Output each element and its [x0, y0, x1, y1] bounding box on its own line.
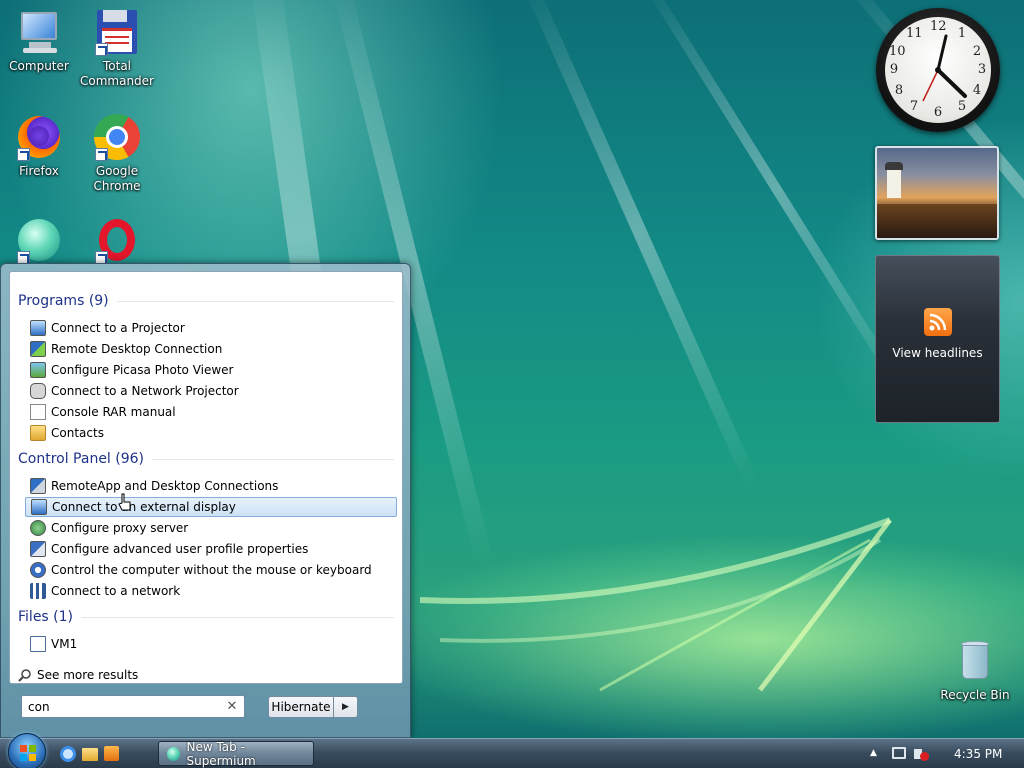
network-icon — [30, 583, 46, 599]
search-results-pane: Programs (9) Connect to a Projector Remo… — [9, 271, 403, 684]
desktop-icon-label: Google Chrome — [93, 164, 141, 193]
network-projector-icon — [30, 383, 46, 399]
supermium-icon — [167, 746, 181, 761]
user-profile-icon — [30, 541, 46, 557]
desktop-icon-total-commander[interactable]: Total Commander — [79, 8, 155, 89]
clock-gadget[interactable]: 12 1 2 3 4 5 6 7 8 9 10 11 — [876, 8, 1000, 132]
desktop-icon-opera[interactable] — [79, 216, 155, 264]
clock-face: 12 1 2 3 4 5 6 7 8 9 10 11 — [885, 17, 991, 123]
desktop-icon-label: Total Commander — [80, 59, 154, 88]
slideshow-gadget[interactable] — [875, 146, 999, 240]
ease-of-access-icon — [30, 562, 46, 578]
result-remoteapp-desktop-connections[interactable]: RemoteApp and Desktop Connections — [25, 476, 397, 496]
remoteapp-icon — [30, 478, 46, 494]
network-tray-icon[interactable] — [892, 747, 906, 759]
start-button[interactable] — [8, 733, 46, 768]
feed-headlines-gadget[interactable]: View headlines — [875, 255, 1000, 423]
computer-icon — [15, 8, 63, 56]
shortcut-arrow-icon — [95, 148, 108, 161]
desktop-icon-label: Firefox — [19, 164, 59, 178]
file-icon — [30, 636, 46, 652]
start-menu: Programs (9) Connect to a Projector Remo… — [0, 263, 411, 738]
taskbar-clock[interactable]: 4:35 PM — [954, 747, 1002, 761]
projector-icon — [30, 320, 46, 336]
start-search-input[interactable]: con — [21, 695, 245, 718]
view-headlines-link[interactable]: View headlines — [876, 346, 999, 360]
internet-explorer-icon[interactable] — [60, 746, 76, 762]
shortcut-arrow-icon — [17, 148, 30, 161]
search-icon — [18, 669, 31, 682]
result-user-profile-properties[interactable]: Configure advanced user profile properti… — [25, 539, 397, 559]
result-configure-proxy-server[interactable]: Configure proxy server — [25, 518, 397, 538]
desktop-icon-label: Computer — [9, 59, 69, 73]
proxy-icon — [30, 520, 46, 536]
result-connect-to-projector[interactable]: Connect to a Projector — [25, 318, 397, 338]
document-icon — [30, 404, 46, 420]
see-more-results-link[interactable]: See more results — [18, 668, 138, 682]
files-header-label: Files (1) — [18, 609, 74, 625]
files-group-header[interactable]: Files (1) — [18, 609, 394, 625]
opera-icon — [93, 216, 141, 264]
hand-cursor-icon — [118, 493, 132, 513]
result-control-without-mouse[interactable]: Control the computer without the mouse o… — [25, 560, 397, 580]
contacts-folder-icon — [30, 425, 46, 441]
chrome-icon — [93, 113, 141, 161]
firefox-icon — [15, 113, 63, 161]
media-player-icon[interactable] — [104, 746, 120, 762]
power-options-arrow-icon[interactable]: ▶ — [334, 696, 358, 718]
programs-header-label: Programs (9) — [18, 293, 109, 309]
taskbar: New Tab - Supermium ▲ 4:35 PM — [0, 733, 1024, 768]
recycle-bin-icon — [951, 637, 999, 685]
show-hidden-icons-arrow-icon[interactable]: ▲ — [870, 748, 877, 758]
remote-desktop-icon — [30, 341, 46, 357]
folder-icon[interactable] — [82, 746, 98, 762]
picasa-icon — [30, 362, 46, 378]
result-file-vm1[interactable]: VM1 — [25, 634, 397, 654]
programs-group-header[interactable]: Programs (9) — [18, 293, 394, 309]
control-panel-header-label: Control Panel (96) — [18, 451, 145, 467]
control-panel-group-header[interactable]: Control Panel (96) — [18, 451, 394, 467]
display-icon — [31, 499, 47, 515]
floppy-disk-icon — [93, 8, 141, 56]
hibernate-button[interactable]: Hibernate — [268, 696, 334, 718]
result-configure-picasa[interactable]: Configure Picasa Photo Viewer — [25, 360, 397, 380]
taskbar-button-supermium[interactable]: New Tab - Supermium — [158, 740, 314, 768]
rss-icon — [923, 308, 952, 336]
result-console-rar-manual[interactable]: Console RAR manual — [25, 402, 397, 422]
result-connect-to-network[interactable]: Connect to a network — [25, 581, 397, 601]
desktop-icon-label: Recycle Bin — [940, 688, 1010, 702]
desktop-icon-computer[interactable]: Computer — [1, 8, 77, 74]
result-contacts[interactable]: Contacts — [25, 423, 397, 443]
desktop-icon-app[interactable] — [1, 216, 77, 264]
clear-search-icon[interactable]: ✕ — [224, 699, 240, 715]
app-globe-icon — [15, 216, 63, 264]
volume-muted-icon[interactable] — [914, 747, 929, 761]
lighthouse-image — [887, 168, 901, 198]
desktop-icon-recycle-bin[interactable]: Recycle Bin — [937, 637, 1013, 703]
windows-logo-icon — [20, 745, 36, 761]
desktop-icon-google-chrome[interactable]: Google Chrome — [79, 113, 155, 194]
result-connect-network-projector[interactable]: Connect to a Network Projector — [25, 381, 397, 401]
result-connect-external-display[interactable]: Connect to an external display — [25, 497, 397, 517]
clock-hands — [922, 34, 967, 102]
shortcut-arrow-icon — [95, 43, 108, 56]
result-remote-desktop-connection[interactable]: Remote Desktop Connection — [25, 339, 397, 359]
desktop-icon-firefox[interactable]: Firefox — [1, 113, 77, 179]
